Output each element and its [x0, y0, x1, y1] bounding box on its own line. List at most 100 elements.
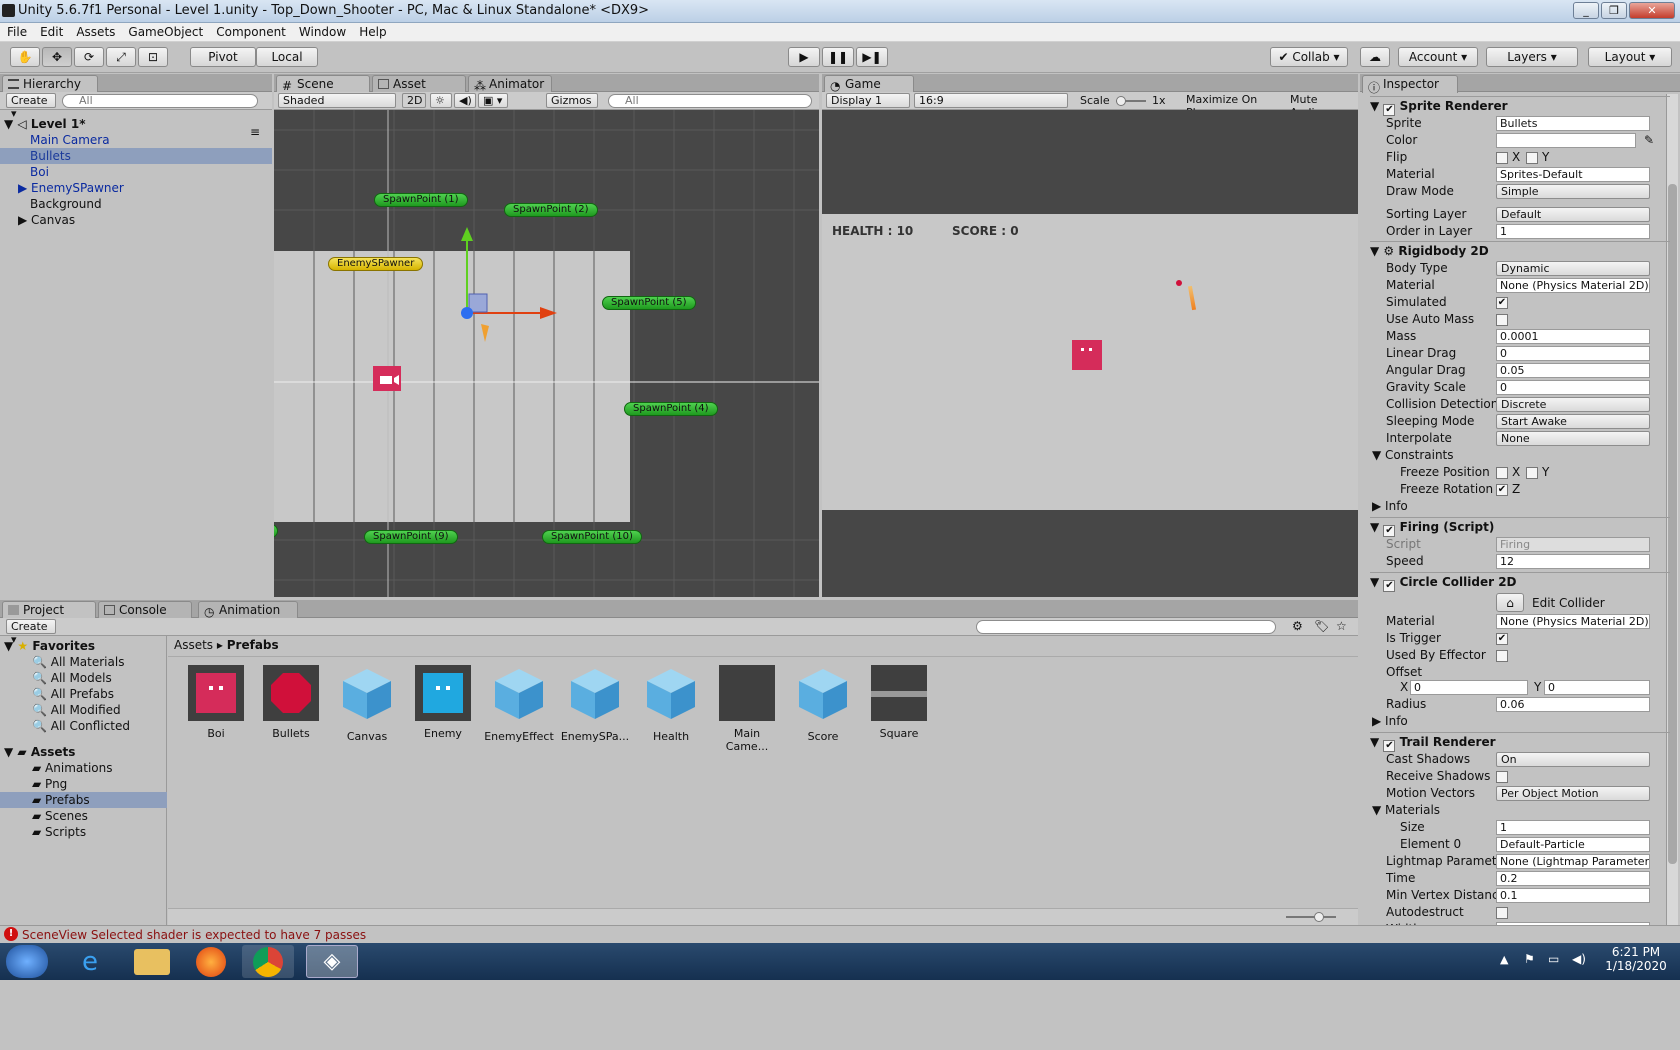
mass-field[interactable]: 0.0001 [1496, 329, 1650, 344]
cast-select[interactable]: On [1496, 752, 1650, 767]
scale-tool-button[interactable]: ⤢ [106, 47, 136, 67]
favorite-star-icon[interactable]: ☆ [1336, 619, 1347, 633]
hierarchy-item-canvas[interactable]: ▶ Canvas [18, 212, 75, 228]
chrome-taskbar-button[interactable] [242, 945, 294, 978]
folder-scripts[interactable]: ▰ Scripts [32, 824, 86, 840]
collab-dropdown[interactable]: ✔ Collab ▾ [1270, 47, 1348, 67]
project-search-input[interactable] [976, 620, 1276, 634]
prefab-canvas[interactable]: Canvas [332, 665, 402, 743]
sorting-layer-select[interactable]: Default [1496, 207, 1650, 222]
eyedropper-icon[interactable]: ✎ [1644, 132, 1654, 149]
pivot-toggle[interactable]: Pivot [190, 47, 256, 67]
tab-animator[interactable]: ⁂ Animator [468, 75, 552, 93]
folder-prefabs[interactable]: ▰ Prefabs [0, 792, 167, 808]
effector-checkbox[interactable] [1496, 650, 1508, 662]
element0-field[interactable]: Default-Particle [1496, 837, 1650, 852]
trigger-checkbox[interactable]: ✔ [1496, 633, 1508, 645]
menu-file[interactable]: File [0, 23, 33, 39]
rect-tool-button[interactable]: ⊡ [138, 47, 168, 67]
firefox-icon[interactable] [196, 947, 226, 977]
cc-material-field[interactable]: None (Physics Material 2D) [1496, 614, 1650, 629]
status-message[interactable]: SceneView Selected shader is expected to… [22, 928, 366, 942]
hierarchy-create-dropdown[interactable]: Create ▾ [6, 93, 56, 120]
close-button[interactable]: ✕ [1629, 2, 1675, 19]
volume-icon[interactable]: ◀) [1572, 952, 1586, 966]
simulated-checkbox[interactable]: ✔ [1496, 297, 1508, 309]
offset-y-field[interactable]: 0 [1544, 680, 1650, 695]
tab-hierarchy[interactable]: Hierarchy [2, 75, 98, 93]
fav-all-prefabs[interactable]: 🔍 All Prefabs [32, 686, 114, 702]
prefab-score[interactable]: Score [788, 665, 858, 743]
breadcrumb-assets[interactable]: Assets [174, 638, 213, 652]
gravity-field[interactable]: 0 [1496, 380, 1650, 395]
aspect-dropdown[interactable]: 16:9 [914, 93, 1068, 108]
internet-explorer-icon[interactable]: e [70, 947, 110, 977]
radius-field[interactable]: 0.06 [1496, 697, 1650, 712]
collision-select[interactable]: Discrete [1496, 397, 1650, 412]
mute-audio-toggle[interactable]: Mute Audio [1286, 93, 1352, 119]
menu-component[interactable]: Component [209, 23, 292, 39]
menu-edit[interactable]: Edit [33, 23, 69, 39]
shading-mode-dropdown[interactable]: Shaded [278, 93, 396, 108]
tab-project[interactable]: Project [2, 601, 96, 619]
hierarchy-item-background[interactable]: Background [30, 196, 102, 212]
network-icon[interactable]: ▭ [1548, 952, 1559, 966]
folder-scenes[interactable]: ▰ Scenes [32, 808, 88, 824]
assets-root-item[interactable]: ▼ ▰ Assets [4, 744, 75, 760]
prefab-boi[interactable]: Boi [181, 665, 251, 740]
circle-collider-header[interactable]: ▼ ✔ Circle Collider 2D [1370, 572, 1670, 592]
project-create-dropdown[interactable]: Create ▾ [6, 619, 56, 646]
prefab-enemy[interactable]: Enemy [408, 665, 478, 740]
menu-gameobject[interactable]: GameObject [121, 23, 209, 39]
folder-animations[interactable]: ▰ Animations [32, 760, 112, 776]
icon-size-knob[interactable] [1314, 912, 1324, 922]
lighting-toggle[interactable]: ☼ [430, 93, 452, 108]
hierarchy-menu-icon[interactable]: ≡ [250, 124, 260, 140]
hierarchy-item-enemyspawner[interactable]: ▶ EnemySPawner [18, 180, 124, 196]
2d-toggle[interactable]: 2D [402, 93, 426, 108]
recv-checkbox[interactable] [1496, 771, 1508, 783]
spawnpoint-2-label[interactable]: SpawnPoint (2) [504, 203, 598, 217]
file-explorer-icon[interactable] [134, 949, 170, 975]
prefab-enemyeffect[interactable]: EnemyEffect [484, 665, 554, 743]
tab-asset-store[interactable]: Asset Store [372, 75, 466, 105]
spawnpoint-1-label[interactable]: SpawnPoint (1) [374, 193, 468, 207]
folder-png[interactable]: ▰ Png [32, 776, 67, 792]
spawnpoint-5-label[interactable]: SpawnPoint (5) [602, 296, 696, 310]
unity-taskbar-button[interactable]: ◈ [306, 945, 358, 978]
spawnpoint-9-label[interactable]: SpawnPoint (9) [364, 530, 458, 544]
firing-header[interactable]: ▼ ✔ Firing (Script) [1370, 517, 1670, 537]
hierarchy-item-boi[interactable]: Boi [30, 164, 49, 180]
spawnpoint-4-label[interactable]: SpawnPoint (4) [624, 402, 718, 416]
menu-window[interactable]: Window [292, 23, 352, 39]
freezepos-y-checkbox[interactable] [1526, 467, 1538, 479]
edit-collider-button[interactable]: ⌂ [1496, 593, 1524, 612]
speed-field[interactable]: 12 [1496, 554, 1650, 569]
menu-help[interactable]: Help [352, 23, 392, 39]
spawnpoint-10-label[interactable]: SpawnPoint (10) [542, 530, 642, 544]
prefab-bullets[interactable]: Bullets [256, 665, 326, 740]
filter-label-icon[interactable]: 🏷 [1314, 619, 1329, 633]
constraints-row[interactable]: ▼ Constraints [1370, 447, 1670, 464]
prefab-enemyspawner[interactable]: EnemySPa... [560, 665, 630, 743]
flip-x-checkbox[interactable] [1496, 152, 1508, 164]
sr-material-field[interactable]: Sprites-Default [1496, 167, 1650, 182]
fav-all-models[interactable]: 🔍 All Models [32, 670, 112, 686]
offset-x-field[interactable]: 0 [1410, 680, 1528, 695]
step-button[interactable]: ▶❚ [856, 47, 888, 67]
sprite-renderer-header[interactable]: ▼ ✔ Sprite Renderer [1370, 96, 1670, 116]
freezerot-z-checkbox[interactable]: ✔ [1496, 484, 1508, 496]
tab-scene[interactable]: # Scene [276, 75, 370, 93]
scale-slider-knob[interactable] [1116, 96, 1126, 106]
fav-all-materials[interactable]: 🔍 All Materials [32, 654, 124, 670]
fav-all-modified[interactable]: 🔍 All Modified [32, 702, 121, 718]
size-field[interactable]: 1 [1496, 820, 1650, 835]
tab-console[interactable]: Console [98, 601, 192, 618]
audio-toggle[interactable]: ◀) [454, 93, 476, 108]
color-field[interactable] [1496, 133, 1636, 148]
favorites-item[interactable]: ▼ ★ Favorites [4, 638, 95, 654]
cloud-button[interactable]: ☁ [1360, 47, 1390, 67]
materials-row[interactable]: ▼ Materials [1370, 802, 1670, 819]
rotate-tool-button[interactable]: ⟳ [74, 47, 104, 67]
hierarchy-item-bullets[interactable]: Bullets [0, 148, 272, 164]
